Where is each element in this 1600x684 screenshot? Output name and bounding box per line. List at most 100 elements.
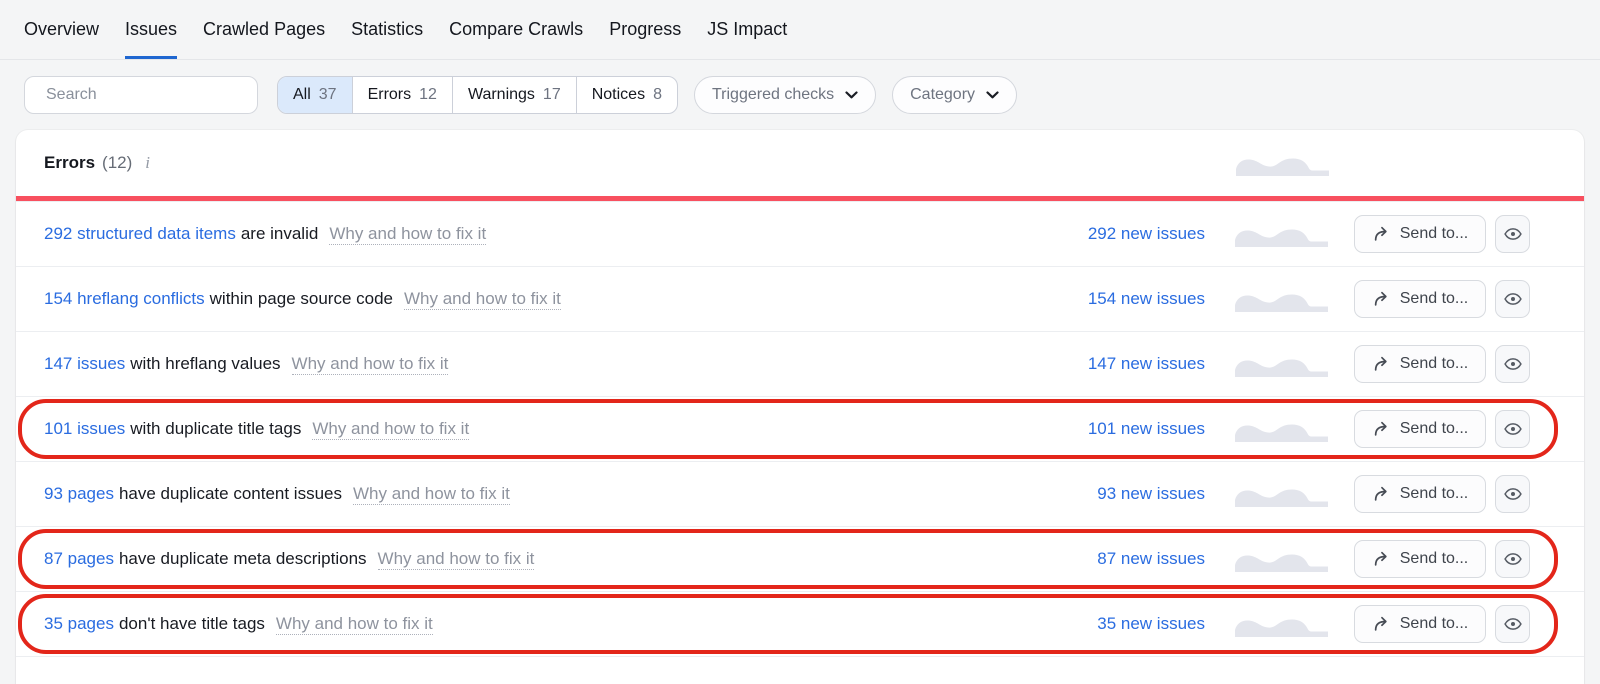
new-issues-link[interactable]: 87 new issues — [1097, 549, 1205, 569]
issue-text: within page source code — [210, 289, 393, 308]
filter-all-count: 37 — [319, 86, 337, 104]
new-issues-link[interactable]: 147 new issues — [1088, 354, 1205, 374]
send-to-label: Send to... — [1400, 355, 1469, 373]
issue-row: 101 issues with duplicate title tags Why a… — [16, 396, 1584, 461]
filter-errors[interactable]: Errors 12 — [352, 77, 452, 113]
why-how-link[interactable]: Why and how to fix it — [276, 614, 433, 635]
hide-issue-button[interactable] — [1495, 280, 1530, 318]
hide-issue-button[interactable] — [1495, 540, 1530, 578]
hide-issue-button[interactable] — [1495, 475, 1530, 513]
trend-sparkline-placeholder — [1235, 481, 1328, 507]
tab-progress[interactable]: Progress — [609, 0, 681, 59]
issue-count-link[interactable]: 101 issues — [44, 419, 125, 438]
filter-errors-label: Errors — [368, 86, 412, 104]
filter-notices-label: Notices — [592, 86, 645, 104]
issue-text: have duplicate meta descriptions — [119, 549, 367, 568]
why-how-link[interactable]: Why and how to fix it — [312, 419, 469, 440]
eye-icon — [1503, 419, 1523, 439]
tab-crawled-pages[interactable]: Crawled Pages — [203, 0, 325, 59]
tab-js-impact[interactable]: JS Impact — [707, 0, 787, 59]
send-arrow-icon — [1372, 550, 1391, 568]
eye-icon — [1503, 484, 1523, 504]
issue-count-link[interactable]: 292 structured data items — [44, 224, 236, 243]
triggered-checks-dropdown[interactable]: Triggered checks — [694, 76, 876, 114]
issue-text: are invalid — [241, 224, 319, 243]
search-input[interactable] — [46, 86, 253, 104]
next-row-partial — [16, 656, 1584, 684]
new-issues-link[interactable]: 93 new issues — [1097, 484, 1205, 504]
info-icon[interactable]: i — [145, 153, 150, 173]
issue-count-link[interactable]: 154 hreflang conflicts — [44, 289, 205, 308]
category-label: Category — [910, 86, 975, 104]
send-to-button[interactable]: Send to... — [1354, 345, 1486, 383]
issue-row: 87 pages have duplicate meta descriptions… — [16, 526, 1584, 591]
eye-icon — [1503, 549, 1523, 569]
send-to-button[interactable]: Send to... — [1354, 475, 1486, 513]
filter-all[interactable]: All 37 — [278, 77, 352, 113]
hide-issue-button[interactable] — [1495, 410, 1530, 448]
issue-count-link[interactable]: 87 pages — [44, 549, 114, 568]
send-to-button[interactable]: Send to... — [1354, 410, 1486, 448]
why-how-link[interactable]: Why and how to fix it — [353, 484, 510, 505]
why-how-link[interactable]: Why and how to fix it — [378, 549, 535, 570]
send-to-label: Send to... — [1400, 290, 1469, 308]
category-dropdown[interactable]: Category — [892, 76, 1017, 114]
issue-description: 93 pageshave duplicate content issuesWhy… — [44, 484, 1097, 504]
send-to-label: Send to... — [1400, 615, 1469, 633]
issue-row: 154 hreflang conflicts within page source… — [16, 266, 1584, 331]
new-issues-link[interactable]: 101 new issues — [1088, 419, 1205, 439]
issue-count-link[interactable]: 93 pages — [44, 484, 114, 503]
trend-sparkline-placeholder — [1236, 150, 1329, 176]
issue-row: 93 pageshave duplicate content issuesWhy… — [16, 461, 1584, 526]
chevron-down-icon — [845, 91, 858, 99]
issue-description: 292 structured data items are invalid Why … — [44, 224, 1088, 244]
issue-text: with hreflang values — [130, 354, 280, 373]
tab-statistics[interactable]: Statistics — [351, 0, 423, 59]
triggered-checks-label: Triggered checks — [712, 86, 834, 104]
why-how-link[interactable]: Why and how to fix it — [404, 289, 561, 310]
trend-sparkline-placeholder — [1235, 546, 1328, 572]
send-arrow-icon — [1372, 225, 1391, 243]
send-to-button[interactable]: Send to... — [1354, 605, 1486, 643]
errors-panel-header: Errors (12) i — [16, 130, 1584, 196]
trend-sparkline-placeholder — [1235, 351, 1328, 377]
filter-warnings-count: 17 — [543, 86, 561, 104]
tab-compare-crawls[interactable]: Compare Crawls — [449, 0, 583, 59]
trend-sparkline-placeholder — [1235, 286, 1328, 312]
trend-sparkline-placeholder — [1235, 416, 1328, 442]
eye-icon — [1503, 289, 1523, 309]
errors-panel: Errors (12) i 292 structured data items a… — [16, 130, 1584, 684]
issue-count-link[interactable]: 35 pages — [44, 614, 114, 633]
send-arrow-icon — [1372, 485, 1391, 503]
new-issues-link[interactable]: 154 new issues — [1088, 289, 1205, 309]
send-arrow-icon — [1372, 290, 1391, 308]
issue-count-link[interactable]: 147 issues — [44, 354, 125, 373]
filter-warnings[interactable]: Warnings 17 — [452, 77, 576, 113]
filter-warnings-label: Warnings — [468, 86, 535, 104]
hide-issue-button[interactable] — [1495, 215, 1530, 253]
tab-overview[interactable]: Overview — [24, 0, 99, 59]
severity-filter-group: All 37 Errors 12 Warnings 17 Notices 8 — [277, 76, 678, 114]
send-to-button[interactable]: Send to... — [1354, 215, 1486, 253]
why-how-link[interactable]: Why and how to fix it — [292, 354, 449, 375]
trend-sparkline-placeholder — [1235, 611, 1328, 637]
tab-issues[interactable]: Issues — [125, 0, 177, 59]
send-to-button[interactable]: Send to... — [1354, 540, 1486, 578]
send-arrow-icon — [1372, 420, 1391, 438]
filter-notices[interactable]: Notices 8 — [576, 77, 677, 113]
hide-issue-button[interactable] — [1495, 345, 1530, 383]
hide-issue-button[interactable] — [1495, 605, 1530, 643]
send-arrow-icon — [1372, 615, 1391, 633]
filter-notices-count: 8 — [653, 86, 662, 104]
new-issues-link[interactable]: 35 new issues — [1097, 614, 1205, 634]
panel-count: (12) — [102, 153, 132, 173]
issue-description: 87 pages have duplicate meta descriptions… — [44, 549, 1097, 569]
issue-text: with duplicate title tags — [130, 419, 301, 438]
send-to-button[interactable]: Send to... — [1354, 280, 1486, 318]
new-issues-link[interactable]: 292 new issues — [1088, 224, 1205, 244]
chevron-down-icon — [986, 91, 999, 99]
issue-description: 147 issues with hreflang values Why and ho… — [44, 354, 1088, 374]
search-box[interactable] — [24, 76, 258, 114]
why-how-link[interactable]: Why and how to fix it — [329, 224, 486, 245]
issue-row: 35 pagesdon't have title tagsWhy and how… — [16, 591, 1584, 656]
